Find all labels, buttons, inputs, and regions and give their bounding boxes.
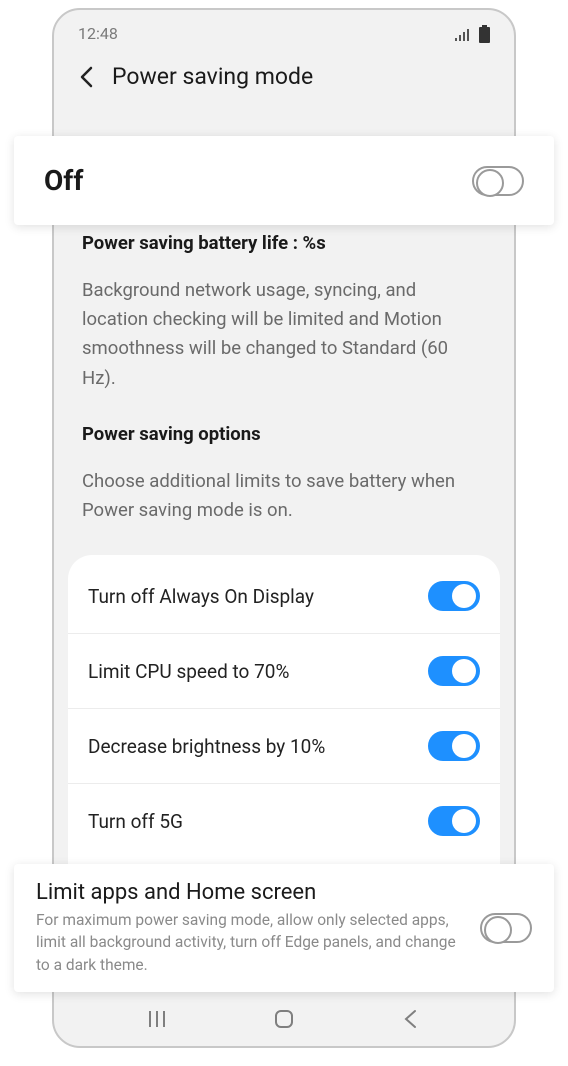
limit-title: Limit apps and Home screen [36,880,462,905]
options-card: Turn off Always On Display Limit CPU spe… [68,555,500,914]
header: Power saving mode [54,49,514,108]
battery-info-description: Background network usage, syncing, and l… [82,276,486,393]
option-row-aod[interactable]: Turn off Always On Display [68,559,500,634]
option-label: Turn off 5G [88,810,183,833]
options-heading: Power saving options [82,423,486,445]
battery-icon [479,25,490,43]
toggle-aod[interactable] [428,581,480,611]
option-row-cpu[interactable]: Limit CPU speed to 70% [68,634,500,709]
page-title: Power saving mode [112,63,313,90]
main-toggle[interactable] [472,166,524,196]
limit-apps-card[interactable]: Limit apps and Home screen For maximum p… [14,864,554,992]
limit-text: Limit apps and Home screen For maximum p… [36,880,462,976]
main-toggle-card[interactable]: Off [14,136,554,225]
status-bar: 12:48 [54,10,514,49]
option-row-5g[interactable]: Turn off 5G [68,784,500,858]
toggle-cpu[interactable] [428,656,480,686]
nav-bar [54,1002,514,1040]
option-label: Decrease brightness by 10% [88,735,325,758]
option-label: Limit CPU speed to 70% [88,660,289,683]
toggle-brightness[interactable] [428,731,480,761]
recents-button[interactable] [146,1008,168,1034]
toggle-5g[interactable] [428,806,480,836]
limit-description: For maximum power saving mode, allow onl… [36,909,462,976]
status-time: 12:48 [78,24,118,43]
battery-info-heading: Power saving battery life : %s [82,232,486,254]
limit-toggle[interactable] [480,913,532,943]
signal-icon [455,27,473,41]
back-button[interactable] [74,65,98,89]
main-toggle-label: Off [44,164,83,197]
status-right [455,25,490,43]
option-row-brightness[interactable]: Decrease brightness by 10% [68,709,500,784]
options-description: Choose additional limits to save battery… [82,467,486,525]
battery-info-section: Power saving battery life : %s Backgroun… [54,232,514,525]
home-button[interactable] [273,1008,295,1034]
back-nav-button[interactable] [400,1008,422,1034]
option-label: Turn off Always On Display [88,585,314,608]
